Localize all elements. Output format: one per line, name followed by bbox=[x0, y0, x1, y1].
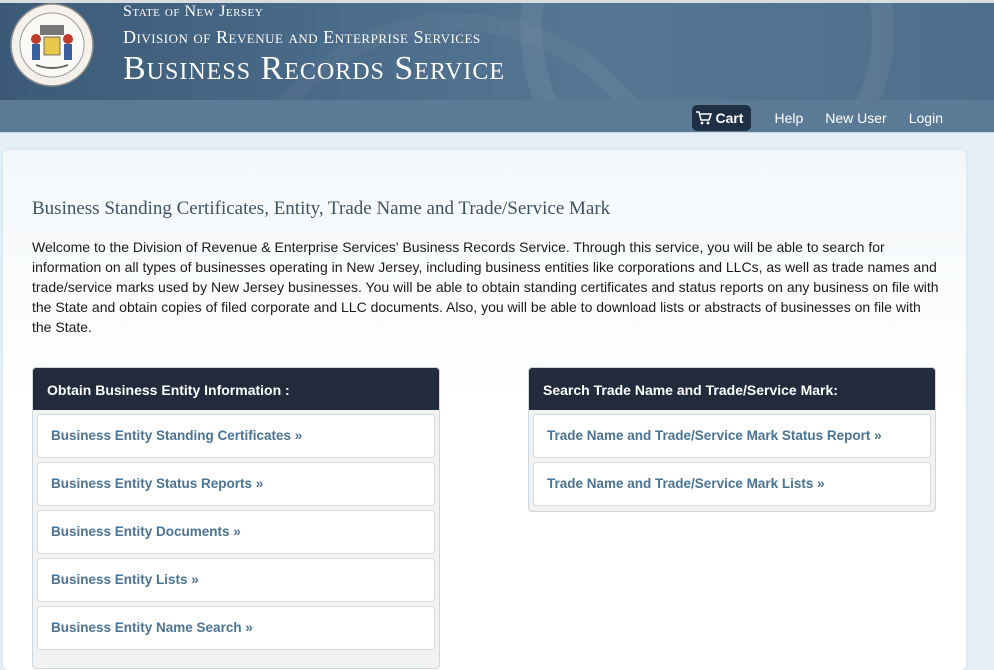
entity-status-reports-link[interactable]: Business Entity Status Reports » bbox=[37, 462, 435, 506]
trade-panel-heading: Search Trade Name and Trade/Service Mark… bbox=[529, 368, 935, 410]
entity-lists-link[interactable]: Business Entity Lists » bbox=[37, 558, 435, 602]
nav-links: Cart Help New User Login bbox=[692, 105, 954, 131]
help-link[interactable]: Help bbox=[774, 110, 803, 126]
nj-seal-logo bbox=[10, 3, 94, 87]
entity-documents-link[interactable]: Business Entity Documents » bbox=[37, 510, 435, 554]
new-user-link[interactable]: New User bbox=[825, 110, 886, 126]
site-header: State of New Jersey Division of Revenue … bbox=[0, 0, 994, 100]
top-navbar: Cart Help New User Login bbox=[0, 100, 994, 133]
entity-panel: Obtain Business Entity Information : Bus… bbox=[32, 367, 440, 669]
intro-text: Welcome to the Division of Revenue & Ent… bbox=[32, 239, 939, 335]
trade-status-report-link[interactable]: Trade Name and Trade/Service Mark Status… bbox=[533, 414, 931, 458]
entity-panel-heading: Obtain Business Entity Information : bbox=[33, 368, 439, 410]
cart-icon bbox=[696, 111, 713, 125]
header-titles: State of New Jersey Division of Revenue … bbox=[123, 3, 505, 86]
division-name: Division of Revenue and Enterprise Servi… bbox=[123, 27, 481, 47]
entity-name-search-link[interactable]: Business Entity Name Search » bbox=[37, 606, 435, 650]
service-name: Business Records Service bbox=[123, 50, 506, 87]
main-content: Business Standing Certificates, Entity, … bbox=[3, 150, 966, 670]
cart-label: Cart bbox=[715, 110, 744, 126]
trade-lists-link[interactable]: Trade Name and Trade/Service Mark Lists … bbox=[533, 462, 931, 506]
trade-panel: Search Trade Name and Trade/Service Mark… bbox=[528, 367, 936, 512]
entity-standing-certificates-link[interactable]: Business Entity Standing Certificates » bbox=[37, 414, 435, 458]
cart-button[interactable]: Cart bbox=[692, 105, 752, 131]
login-link[interactable]: Login bbox=[909, 110, 943, 126]
page-title: Business Standing Certificates, Entity, … bbox=[32, 198, 611, 219]
state-name: State of New Jersey bbox=[123, 3, 264, 20]
